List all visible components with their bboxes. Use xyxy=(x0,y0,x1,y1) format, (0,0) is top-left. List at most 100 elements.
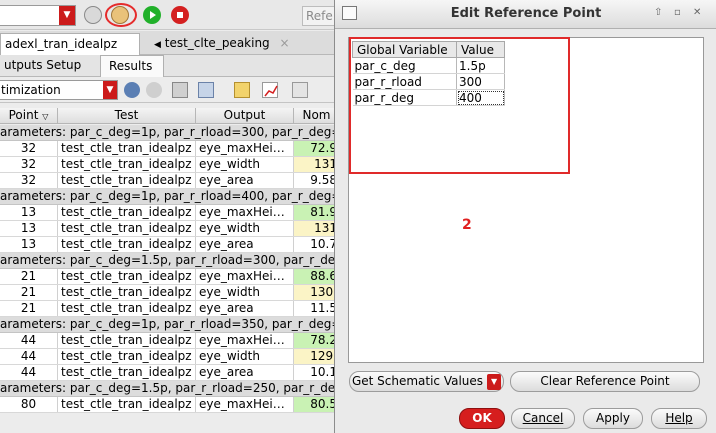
clear-reference-point-button[interactable]: Clear Reference Point xyxy=(510,371,700,392)
dialog-titlebar[interactable]: Edit Reference Point ⇧ ▫ ✕ xyxy=(335,0,716,29)
table-row[interactable]: 44 test_ctle_tran_idealpz eye_maxHei… 78.2 xyxy=(0,333,340,349)
tab-test-clte-peaking[interactable]: ◀ test_clte_peaking × xyxy=(150,33,310,55)
apply-button[interactable]: Apply xyxy=(583,408,643,429)
run-icon[interactable] xyxy=(143,6,161,24)
test-cell: test_ctle_tran_idealpz xyxy=(58,349,196,364)
table-row[interactable]: 21 test_ctle_tran_idealpz eye_maxHei… 88.6 xyxy=(0,269,340,285)
play-icon xyxy=(150,11,156,19)
column-header-point[interactable]: Point ▽ xyxy=(0,108,58,124)
column-header-test[interactable]: Test xyxy=(58,108,196,124)
output-cell: eye_maxHei… xyxy=(196,141,294,156)
parameter-group-row[interactable]: arameters: par_c_deg=1.5p, par_r_rload=3… xyxy=(0,253,340,269)
parameter-group-row[interactable]: arameters: par_c_deg=1p, par_r_rload=350… xyxy=(0,317,340,333)
point-cell: 80 xyxy=(0,397,58,412)
test-cell: test_ctle_tran_idealpz xyxy=(58,365,196,380)
parameter-group-label: arameters: par_c_deg=1.5p, par_r_rload=3… xyxy=(0,253,340,267)
plot-options-icon[interactable] xyxy=(292,82,308,98)
cancel-button[interactable]: Cancel xyxy=(511,408,575,429)
point-cell: 21 xyxy=(0,269,58,284)
point-cell: 21 xyxy=(0,301,58,316)
annotate-icon[interactable] xyxy=(234,82,250,98)
chevron-down-icon[interactable]: ▼ xyxy=(103,81,117,99)
test-cell: test_ctle_tran_idealpz xyxy=(58,157,196,172)
tab-label: adexl_tran_idealpz xyxy=(5,37,118,51)
output-cell: eye_width xyxy=(196,157,294,172)
chevron-down-icon[interactable]: ▼ xyxy=(487,373,502,390)
table-row[interactable]: 13 test_ctle_tran_idealpz eye_maxHei… 81.9 xyxy=(0,205,340,221)
table-row[interactable]: 32 test_ctle_tran_idealpz eye_width 131 xyxy=(0,157,340,173)
settings-icon[interactable] xyxy=(172,82,188,98)
annotation-box xyxy=(349,37,570,174)
get-schematic-values-button[interactable]: Get Schematic Values ▼ xyxy=(349,371,504,392)
test-cell: test_ctle_tran_idealpz xyxy=(58,301,196,316)
tab-results[interactable]: Results xyxy=(100,55,164,77)
output-cell: eye_maxHei… xyxy=(196,333,294,348)
table-row[interactable]: 44 test_ctle_tran_idealpz eye_width 129. xyxy=(0,349,340,365)
point-cell: 21 xyxy=(0,285,58,300)
test-cell: test_ctle_tran_idealpz xyxy=(58,221,196,236)
table-row[interactable]: 80 test_ctle_tran_idealpz eye_maxHei… 80.5 xyxy=(0,397,340,413)
parameter-group-label: arameters: par_c_deg=1p, par_r_rload=300… xyxy=(0,125,340,139)
parameter-group-label: arameters: par_c_deg=1.5p, par_r_rload=2… xyxy=(0,381,340,395)
disabled-icon[interactable] xyxy=(146,82,162,98)
point-cell: 13 xyxy=(0,221,58,236)
test-cell: test_ctle_tran_idealpz xyxy=(58,237,196,252)
column-header-output[interactable]: Output xyxy=(196,108,294,124)
session-combo[interactable]: ▼ xyxy=(0,5,76,26)
close-icon[interactable]: ✕ xyxy=(693,7,701,18)
test-cell: test_ctle_tran_idealpz xyxy=(58,333,196,348)
parameter-group-label: arameters: par_c_deg=1p, par_r_rload=400… xyxy=(0,189,340,203)
output-cell: eye_width xyxy=(196,285,294,300)
sort-down-icon: ▽ xyxy=(42,112,49,121)
close-icon[interactable]: × xyxy=(280,36,290,50)
point-cell: 32 xyxy=(0,157,58,172)
parameter-group-row[interactable]: arameters: par_c_deg=1.5p, par_r_rload=2… xyxy=(0,381,340,397)
refresh-icon[interactable] xyxy=(124,82,140,98)
test-cell: test_ctle_tran_idealpz xyxy=(58,141,196,156)
point-cell: 44 xyxy=(0,349,58,364)
output-cell: eye_width xyxy=(196,349,294,364)
output-cell: eye_area xyxy=(196,301,294,316)
stop-square-icon xyxy=(177,12,183,18)
line-chart-icon xyxy=(264,85,278,97)
table-row[interactable]: 32 test_ctle_tran_idealpz eye_area 9.58 xyxy=(0,173,340,189)
test-cell: test_ctle_tran_idealpz xyxy=(58,397,196,412)
mode-combo[interactable]: timization ▼ xyxy=(0,80,118,100)
ok-button[interactable]: OK xyxy=(459,408,505,429)
help-button[interactable]: Help xyxy=(651,408,707,429)
chevron-down-icon[interactable]: ▼ xyxy=(59,6,75,25)
tab-outputs-setup[interactable]: utputs Setup xyxy=(0,55,89,77)
parameter-group-label: arameters: par_c_deg=1p, par_r_rload=350… xyxy=(0,317,340,331)
tools-icon[interactable] xyxy=(84,6,102,24)
highlight-circle xyxy=(105,3,137,27)
table-row[interactable]: 13 test_ctle_tran_idealpz eye_area 10.7 xyxy=(0,237,340,253)
maximize-icon[interactable]: ▫ xyxy=(674,7,681,18)
output-cell: eye_area xyxy=(196,173,294,188)
output-cell: eye_maxHei… xyxy=(196,397,294,412)
point-cell: 32 xyxy=(0,173,58,188)
table-row[interactable]: 32 test_ctle_tran_idealpz eye_maxHei… 72.9 xyxy=(0,141,340,157)
point-cell: 32 xyxy=(0,141,58,156)
table-view-icon[interactable] xyxy=(198,82,214,98)
output-cell: eye_width xyxy=(196,221,294,236)
point-cell: 13 xyxy=(0,237,58,252)
plot-icon[interactable] xyxy=(262,82,278,98)
test-cell: test_ctle_tran_idealpz xyxy=(58,205,196,220)
test-cell: test_ctle_tran_idealpz xyxy=(58,173,196,188)
mode-combo-value: timization xyxy=(1,83,61,97)
point-cell: 13 xyxy=(0,205,58,220)
table-row[interactable]: 21 test_ctle_tran_idealpz eye_area 11.5 xyxy=(0,301,340,317)
shade-icon[interactable]: ⇧ xyxy=(654,7,662,18)
tab-label: test_clte_peaking xyxy=(164,36,270,50)
parameter-group-row[interactable]: arameters: par_c_deg=1p, par_r_rload=300… xyxy=(0,125,340,141)
table-row[interactable]: 44 test_ctle_tran_idealpz eye_area 10.1 xyxy=(0,365,340,381)
output-cell: eye_area xyxy=(196,365,294,380)
table-row[interactable]: 21 test_ctle_tran_idealpz eye_width 130. xyxy=(0,285,340,301)
tab-adexl-tran-idealpz[interactable]: adexl_tran_idealpz × xyxy=(0,33,140,71)
stop-icon[interactable] xyxy=(171,6,189,24)
table-row[interactable]: 13 test_ctle_tran_idealpz eye_width 131 xyxy=(0,221,340,237)
parameter-group-row[interactable]: arameters: par_c_deg=1p, par_r_rload=400… xyxy=(0,189,340,205)
output-cell: eye_area xyxy=(196,237,294,252)
output-cell: eye_maxHei… xyxy=(196,205,294,220)
test-cell: test_ctle_tran_idealpz xyxy=(58,285,196,300)
